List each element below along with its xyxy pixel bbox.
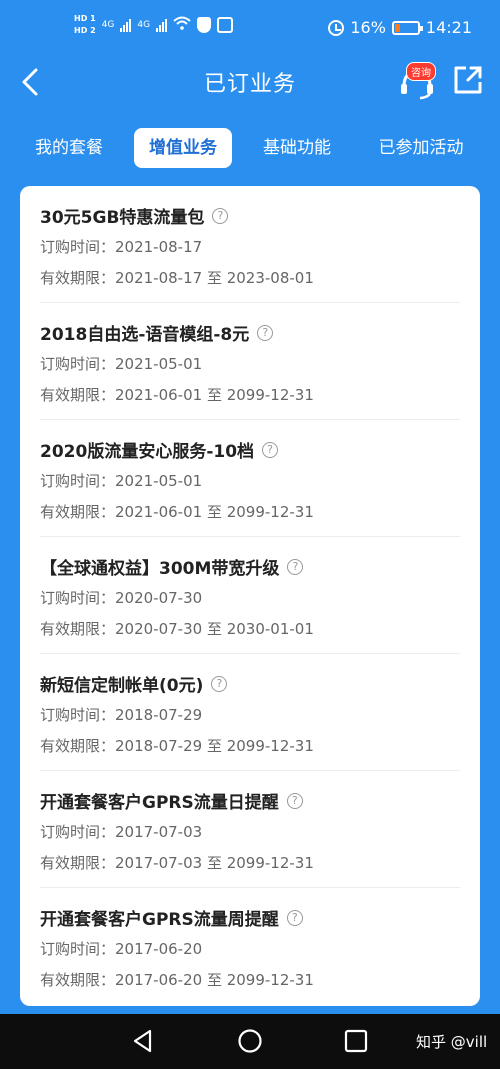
help-icon[interactable]: ? xyxy=(257,324,274,341)
list-item[interactable]: 【全球通权益】300M带宽升级? 订购时间：2020-07-30 有效期限：20… xyxy=(40,537,460,654)
validity-period: 有效期限：2017-06-20 至 2099-12-31 xyxy=(40,971,314,989)
help-icon[interactable]: ? xyxy=(262,441,279,458)
validity-period: 有效期限：2020-07-30 至 2030-01-01 xyxy=(40,620,314,638)
tab-my-package[interactable]: 我的套餐 xyxy=(22,128,116,168)
battery-percent: 16% xyxy=(350,18,386,37)
validity-period: 有效期限：2021-06-01 至 2099-12-31 xyxy=(40,503,314,521)
order-time: 订购时间：2018-07-29 xyxy=(40,706,203,724)
service-title: 2020版流量安心服务-10档? xyxy=(40,437,279,462)
alarm-icon xyxy=(328,19,345,36)
service-name: 2020版流量安心服务-10档 xyxy=(40,442,255,462)
circle-home-icon xyxy=(238,1029,262,1053)
hd1-label: HD 1 xyxy=(74,14,96,23)
list-item[interactable]: 新短信定制帐单(0元)? 订购时间：2018-07-29 有效期限：2018-0… xyxy=(40,654,460,771)
service-title: 30元5GB特惠流量包? xyxy=(40,203,229,228)
list-item[interactable]: 2020版流量安心服务-10档? 订购时间：2021-05-01 有效期限：20… xyxy=(40,420,460,537)
list-item[interactable]: 开通套餐客户GPRS流量周提醒? 订购时间：2017-06-20 有效期限：20… xyxy=(40,888,460,1005)
service-title: 新短信定制帐单(0元)? xyxy=(40,671,228,696)
service-name: 开通套餐客户GPRS流量日提醒 xyxy=(40,793,279,813)
watermark: 知乎 @vill xyxy=(416,1033,488,1051)
customer-service-button[interactable]: 咨询 xyxy=(396,60,438,102)
nav-home-button[interactable] xyxy=(237,1028,263,1054)
service-name: 开通套餐客户GPRS流量周提醒 xyxy=(40,910,279,930)
nav-back-button[interactable] xyxy=(130,1028,156,1054)
list-item[interactable]: 2018自由选-语音模组-8元? 订购时间：2021-05-01 有效期限：20… xyxy=(40,303,460,420)
share-button[interactable] xyxy=(452,64,484,96)
battery-icon xyxy=(391,20,423,35)
hd2-label: HD 2 xyxy=(74,26,96,35)
service-title: 开通套餐客户GPRS流量周提醒? xyxy=(40,905,303,930)
status-right: 16% 14:21 xyxy=(328,18,472,37)
share-icon xyxy=(454,66,482,94)
consult-badge: 咨询 xyxy=(406,62,436,81)
header: 已订业务 咨询 xyxy=(0,56,500,108)
service-title: 开通套餐客户GPRS流量日提醒? xyxy=(40,788,303,813)
validity-period: 有效期限：2018-07-29 至 2099-12-31 xyxy=(40,737,314,755)
order-time: 订购时间：2017-07-03 xyxy=(40,823,203,841)
order-time: 订购时间：2021-05-01 xyxy=(40,472,203,490)
list-item[interactable]: 开通套餐客户GPRS流量日提醒? 订购时间：2017-07-03 有效期限：20… xyxy=(40,771,460,888)
service-name: 2018自由选-语音模组-8元 xyxy=(40,325,250,345)
tab-value-added[interactable]: 增值业务 xyxy=(134,128,232,168)
service-name: 【全球通权益】300M带宽升级 xyxy=(40,559,280,579)
network2-label: 4G xyxy=(137,20,151,30)
tab-basic-functions[interactable]: 基础功能 xyxy=(250,128,344,168)
validity-period: 有效期限：2021-06-01 至 2099-12-31 xyxy=(40,386,314,404)
tab-joined-activities[interactable]: 已参加活动 xyxy=(364,128,478,168)
app-notification-icon xyxy=(217,17,234,33)
help-icon[interactable]: ? xyxy=(286,909,303,926)
help-icon[interactable]: ? xyxy=(287,558,304,575)
service-name: 30元5GB特惠流量包 xyxy=(40,208,205,228)
service-name: 新短信定制帐单(0元) xyxy=(40,676,204,696)
order-time: 订购时间：2021-05-01 xyxy=(40,355,203,373)
help-icon[interactable]: ? xyxy=(212,207,229,224)
hd-indicators: HD 1 HD 2 xyxy=(74,14,96,36)
order-time: 订购时间：2021-08-17 xyxy=(40,238,203,256)
order-time: 订购时间：2020-07-30 xyxy=(40,589,203,607)
status-left: HD 1 HD 2 4G 4G xyxy=(74,14,234,36)
service-title: 【全球通权益】300M带宽升级? xyxy=(40,554,304,579)
help-icon[interactable]: ? xyxy=(211,675,228,692)
signal-icon xyxy=(120,18,132,32)
service-title: 2018自由选-语音模组-8元? xyxy=(40,320,274,345)
list-item[interactable]: 30元5GB特惠流量包? 订购时间：2021-08-17 有效期限：2021-0… xyxy=(40,186,460,303)
signal-icon-2 xyxy=(156,18,168,32)
network1-label: 4G xyxy=(101,20,115,30)
validity-period: 有效期限：2017-07-03 至 2099-12-31 xyxy=(40,854,314,872)
help-icon[interactable]: ? xyxy=(286,792,303,809)
triangle-back-icon xyxy=(133,1029,152,1053)
status-bar: HD 1 HD 2 4G 4G 16% 14:21 xyxy=(0,0,500,56)
tab-bar: 我的套餐 增值业务 基础功能 已参加活动 xyxy=(0,124,500,172)
service-list: 30元5GB特惠流量包? 订购时间：2021-08-17 有效期限：2021-0… xyxy=(20,186,480,1006)
square-recents-icon xyxy=(344,1029,368,1053)
order-time: 订购时间：2017-06-20 xyxy=(40,940,203,958)
clock: 14:21 xyxy=(425,18,472,37)
shield-icon xyxy=(197,17,212,33)
nav-recents-button[interactable] xyxy=(343,1028,369,1054)
validity-period: 有效期限：2021-08-17 至 2023-08-01 xyxy=(40,269,314,287)
wifi-icon xyxy=(173,16,191,34)
